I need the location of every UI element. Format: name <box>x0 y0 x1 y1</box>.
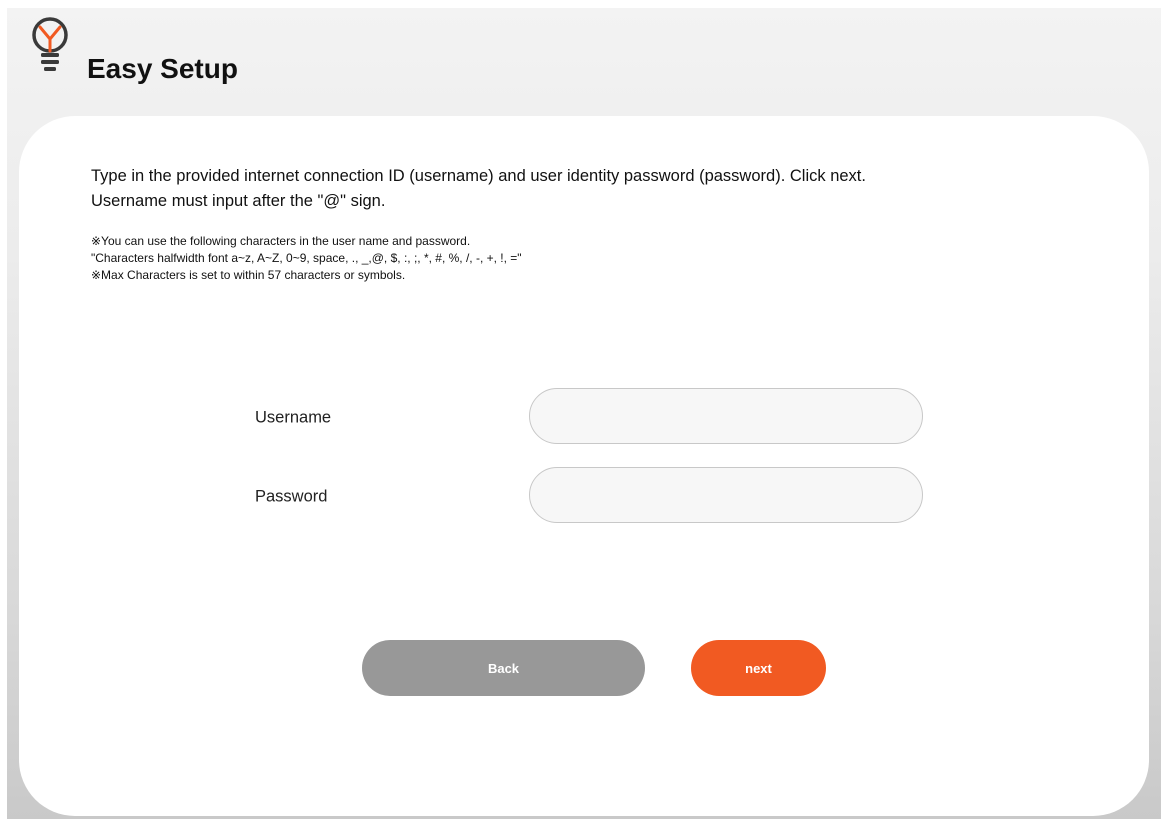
page-title: Easy Setup <box>87 53 238 84</box>
setup-card: Type in the provided internet connection… <box>19 116 1149 816</box>
instruction-text: Type in the provided internet connection… <box>91 164 1091 214</box>
instruction-line: Type in the provided internet connection… <box>91 167 866 185</box>
next-button[interactable]: next <box>691 640 826 696</box>
note-line: ※You can use the following characters in… <box>91 234 471 248</box>
back-button-label: Back <box>487 660 520 676</box>
password-label: Password <box>255 487 328 506</box>
password-row: Password <box>19 467 1149 527</box>
password-field[interactable] <box>529 467 923 523</box>
username-label: Username <box>255 408 332 427</box>
username-field[interactable] <box>529 388 923 444</box>
username-row: Username <box>19 388 1149 448</box>
app-frame: Easy Setup Type in the provided internet… <box>7 8 1161 819</box>
note-line: ※Max Characters is set to within 57 char… <box>91 268 406 282</box>
instruction-line: Username must input after the "@" sign. <box>91 192 386 210</box>
lightbulb-icon <box>32 17 68 71</box>
next-button-label: next <box>745 660 772 676</box>
back-button[interactable]: Back <box>362 640 645 696</box>
note-line: "Characters halfwidth font a~z, A~Z, 0~9… <box>91 251 522 265</box>
page-header: Easy Setup <box>29 14 238 104</box>
character-notes: ※You can use the following characters in… <box>91 233 1091 284</box>
